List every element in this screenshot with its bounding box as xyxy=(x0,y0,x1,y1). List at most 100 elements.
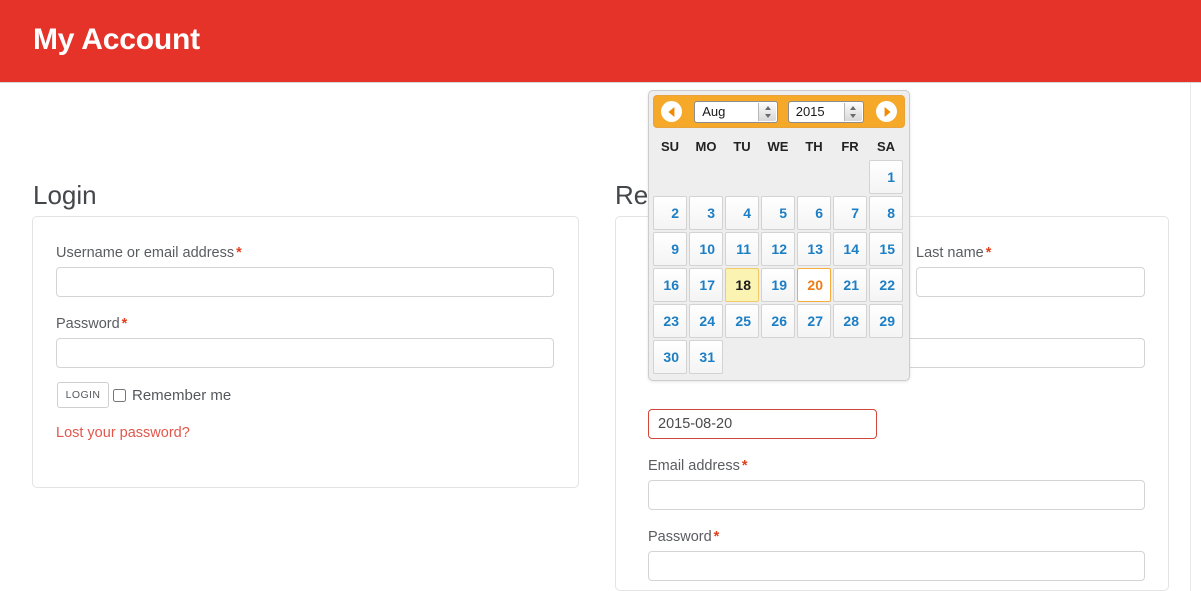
datepicker-day-cell[interactable]: 4 xyxy=(725,196,759,230)
datepicker-week-row: 9101112131415 xyxy=(653,232,903,266)
register-lastname-input[interactable] xyxy=(916,267,1145,297)
datepicker-day-16[interactable]: 16 xyxy=(653,268,687,302)
datepicker-day-11[interactable]: 11 xyxy=(725,232,759,266)
datepicker-day-15[interactable]: 15 xyxy=(869,232,903,266)
datepicker-empty-cell xyxy=(833,340,867,374)
required-marker: * xyxy=(714,529,720,545)
datepicker-day-cell[interactable]: 27 xyxy=(797,304,831,338)
datepicker-day-cell[interactable]: 12 xyxy=(761,232,795,266)
datepicker-day-cell[interactable]: 28 xyxy=(833,304,867,338)
datepicker-day-cell[interactable]: 31 xyxy=(689,340,723,374)
datepicker-day-cell[interactable]: 7 xyxy=(833,196,867,230)
datepicker-day-cell[interactable]: 23 xyxy=(653,304,687,338)
remember-me-checkbox[interactable] xyxy=(113,389,126,402)
datepicker-weekday-su: SU xyxy=(653,134,687,158)
datepicker-day-6[interactable]: 6 xyxy=(797,196,831,230)
datepicker-next-month-button[interactable] xyxy=(876,101,897,122)
login-password-input[interactable] xyxy=(56,338,554,368)
datepicker-month-select[interactable]: Aug xyxy=(694,101,778,123)
datepicker-day-27[interactable]: 27 xyxy=(797,304,831,338)
login-heading: Login xyxy=(33,179,97,211)
datepicker-day-4[interactable]: 4 xyxy=(725,196,759,230)
datepicker-day-22[interactable]: 22 xyxy=(869,268,903,302)
datepicker-day-cell[interactable]: 10 xyxy=(689,232,723,266)
register-email-label: Email address* xyxy=(648,457,748,475)
datepicker-day-7[interactable]: 7 xyxy=(833,196,867,230)
login-password-label: Password* xyxy=(56,315,127,333)
datepicker-day-cell[interactable]: 14 xyxy=(833,232,867,266)
lost-password-link[interactable]: Lost your password? xyxy=(56,424,190,442)
datepicker-day-cell[interactable]: 21 xyxy=(833,268,867,302)
datepicker-day-2[interactable]: 2 xyxy=(653,196,687,230)
datepicker-day-cell[interactable]: 9 xyxy=(653,232,687,266)
datepicker-day-cell[interactable]: 16 xyxy=(653,268,687,302)
datepicker-day-20[interactable]: 20 xyxy=(797,268,831,302)
datepicker-day-25[interactable]: 25 xyxy=(725,304,759,338)
datepicker-day-26[interactable]: 26 xyxy=(761,304,795,338)
datepicker-year-select[interactable]: 2015 xyxy=(788,101,864,123)
login-submit-button[interactable]: LOGIN xyxy=(57,382,109,408)
datepicker-day-cell[interactable]: 22 xyxy=(869,268,903,302)
datepicker-day-cell[interactable]: 30 xyxy=(653,340,687,374)
datepicker-week-row: 23242526272829 xyxy=(653,304,903,338)
datepicker-day-cell[interactable]: 15 xyxy=(869,232,903,266)
register-password-input[interactable] xyxy=(648,551,1145,581)
datepicker-popup[interactable]: Aug 2015 SUMOTUWETHFRSA 1234567891011121… xyxy=(648,90,910,381)
datepicker-day-cell[interactable]: 11 xyxy=(725,232,759,266)
required-marker: * xyxy=(236,245,242,261)
datepicker-day-29[interactable]: 29 xyxy=(869,304,903,338)
datepicker-day-17[interactable]: 17 xyxy=(689,268,723,302)
datepicker-day-cell[interactable]: 24 xyxy=(689,304,723,338)
datepicker-day-cell[interactable]: 5 xyxy=(761,196,795,230)
datepicker-day-3[interactable]: 3 xyxy=(689,196,723,230)
datepicker-day-24[interactable]: 24 xyxy=(689,304,723,338)
register-date-input[interactable] xyxy=(648,409,877,439)
site-header: My Account xyxy=(0,0,1201,82)
datepicker-day-cell[interactable]: 8 xyxy=(869,196,903,230)
datepicker-day-cell[interactable]: 13 xyxy=(797,232,831,266)
datepicker-day-1[interactable]: 1 xyxy=(869,160,903,194)
datepicker-day-cell[interactable]: 6 xyxy=(797,196,831,230)
datepicker-day-cell[interactable]: 2 xyxy=(653,196,687,230)
datepicker-empty-cell xyxy=(869,340,903,374)
datepicker-day-23[interactable]: 23 xyxy=(653,304,687,338)
datepicker-day-8[interactable]: 8 xyxy=(869,196,903,230)
login-username-input[interactable] xyxy=(56,267,554,297)
datepicker-day-cell[interactable]: 1 xyxy=(869,160,903,194)
datepicker-day-30[interactable]: 30 xyxy=(653,340,687,374)
datepicker-weekday-we: WE xyxy=(761,134,795,158)
datepicker-day-5[interactable]: 5 xyxy=(761,196,795,230)
datepicker-month-value: Aug xyxy=(702,104,725,120)
datepicker-day-cell[interactable]: 18 xyxy=(725,268,759,302)
datepicker-day-cell[interactable]: 3 xyxy=(689,196,723,230)
datepicker-week-row: 3031 xyxy=(653,340,903,374)
remember-me-label[interactable]: Remember me xyxy=(132,386,231,406)
register-password-label-text: Password xyxy=(648,529,712,545)
chevron-updown-icon[interactable] xyxy=(758,103,776,121)
register-email-input[interactable] xyxy=(648,480,1145,510)
datepicker-day-12[interactable]: 12 xyxy=(761,232,795,266)
login-password-label-text: Password xyxy=(56,316,120,332)
datepicker-day-cell[interactable]: 19 xyxy=(761,268,795,302)
datepicker-day-cell[interactable]: 29 xyxy=(869,304,903,338)
datepicker-week-row: 16171819202122 xyxy=(653,268,903,302)
chevron-updown-icon[interactable] xyxy=(844,103,862,121)
datepicker-day-cell[interactable]: 20 xyxy=(797,268,831,302)
datepicker-day-14[interactable]: 14 xyxy=(833,232,867,266)
datepicker-day-10[interactable]: 10 xyxy=(689,232,723,266)
datepicker-week-row: 1 xyxy=(653,160,903,194)
datepicker-day-cell[interactable]: 26 xyxy=(761,304,795,338)
datepicker-day-cell[interactable]: 25 xyxy=(725,304,759,338)
datepicker-empty-cell xyxy=(797,340,831,374)
datepicker-day-18[interactable]: 18 xyxy=(725,268,759,302)
datepicker-empty-cell xyxy=(797,160,831,194)
datepicker-day-cell[interactable]: 17 xyxy=(689,268,723,302)
datepicker-day-31[interactable]: 31 xyxy=(689,340,723,374)
datepicker-day-13[interactable]: 13 xyxy=(797,232,831,266)
datepicker-weekday-th: TH xyxy=(797,134,831,158)
datepicker-weekday-fr: FR xyxy=(833,134,867,158)
datepicker-day-19[interactable]: 19 xyxy=(761,268,795,302)
datepicker-day-28[interactable]: 28 xyxy=(833,304,867,338)
datepicker-day-21[interactable]: 21 xyxy=(833,268,867,302)
datepicker-day-9[interactable]: 9 xyxy=(653,232,687,266)
